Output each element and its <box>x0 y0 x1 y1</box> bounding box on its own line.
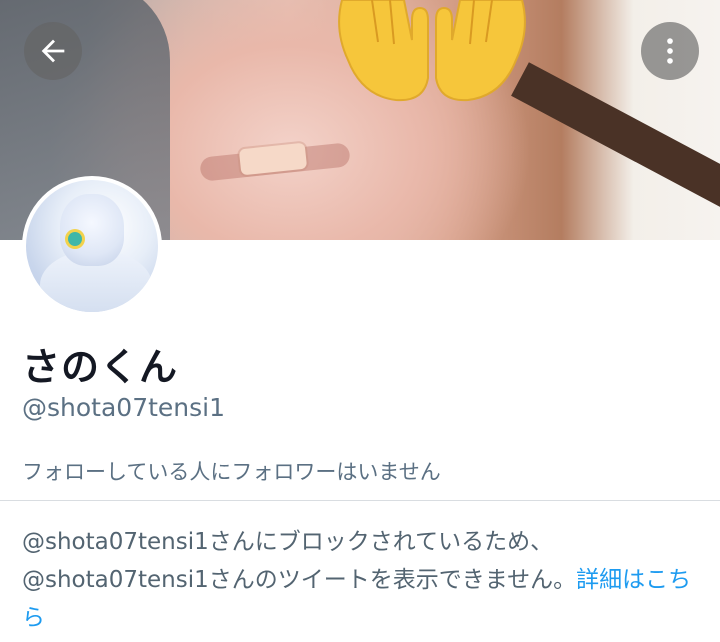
avatar-image <box>26 180 158 312</box>
raising-hands-emoji <box>338 0 526 102</box>
header-photo-board <box>511 62 720 218</box>
blocked-message: @shota07tensi1さんにブロックされているため、@shota07ten… <box>22 523 702 637</box>
blocked-message-text: @shota07tensi1さんにブロックされているため、@shota07ten… <box>22 529 577 593</box>
avatar-figure-hair <box>60 194 124 266</box>
arrow-left-icon <box>41 39 65 63</box>
avatar-pacifier <box>68 232 82 246</box>
display-name: さのくん <box>22 345 179 389</box>
profile-avatar[interactable] <box>22 176 162 316</box>
followers-you-know-note[interactable]: フォローしている人にフォロワーはいません <box>22 456 441 486</box>
back-button[interactable] <box>24 22 82 80</box>
more-options-button[interactable] <box>641 22 699 80</box>
divider <box>0 500 720 501</box>
user-handle: @shota07tensi1 <box>22 393 226 422</box>
more-vertical-icon <box>667 38 673 64</box>
